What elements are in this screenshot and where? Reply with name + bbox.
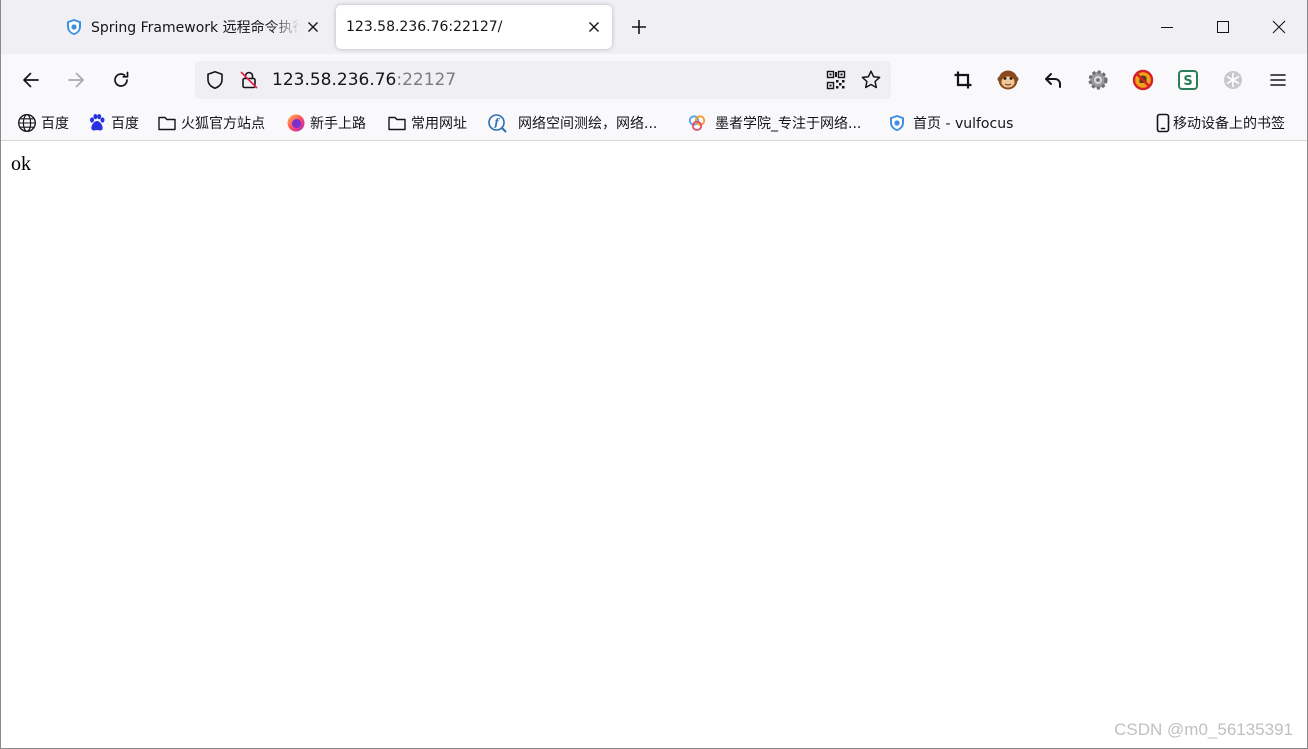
bookmark-label: 新手上路 bbox=[310, 115, 366, 132]
mozhe-icon bbox=[687, 113, 707, 133]
close-icon bbox=[1272, 20, 1286, 34]
snowflake-extension-icon[interactable] bbox=[1221, 68, 1245, 92]
svg-text:S: S bbox=[1183, 74, 1192, 89]
bookmark-label: 百度 bbox=[111, 115, 139, 132]
bookmark-getting-started[interactable]: 新手上路 bbox=[286, 106, 366, 139]
reload-button[interactable] bbox=[105, 64, 137, 96]
undo-arrow-icon[interactable] bbox=[1041, 68, 1065, 92]
bookmark-vulfocus-home[interactable]: 首页 - vulfocus bbox=[887, 106, 1013, 139]
minimize-icon bbox=[1161, 27, 1173, 28]
folder-icon bbox=[157, 113, 177, 133]
address-bar[interactable]: 123.58.236.76:22127 bbox=[195, 61, 891, 99]
bookmark-firefox-official[interactable]: 火狐官方站点 bbox=[157, 106, 265, 139]
tab-strip: Spring Framework 远程命令执行 123.58.236.76:22… bbox=[1, 0, 1307, 54]
bookmark-label: 首页 - vulfocus bbox=[913, 115, 1014, 132]
bookmark-label: 墨者学院_专注于网络... bbox=[715, 115, 862, 132]
reload-icon bbox=[114, 71, 129, 87]
bookmark-star-icon[interactable] bbox=[860, 69, 882, 91]
url-port: :22127 bbox=[396, 70, 457, 90]
tab-title: Spring Framework 远程命令执行 bbox=[91, 20, 301, 36]
plus-icon bbox=[632, 20, 646, 34]
crop-icon[interactable] bbox=[951, 68, 975, 92]
url-host: 123.58.236.76 bbox=[272, 70, 397, 90]
new-tab-button[interactable] bbox=[625, 13, 653, 41]
minimize-button[interactable] bbox=[1139, 0, 1195, 54]
bookmark-label: 百度 bbox=[41, 115, 69, 132]
globe-icon bbox=[17, 113, 37, 133]
bookmark-fofa[interactable]: f 网络空间测绘，网络... bbox=[487, 106, 657, 139]
close-window-button[interactable] bbox=[1251, 0, 1307, 54]
back-button[interactable] bbox=[15, 64, 47, 96]
arrow-right-icon bbox=[68, 72, 84, 88]
bookmark-baidu-2[interactable]: 百度 bbox=[87, 106, 139, 139]
svg-text:f: f bbox=[493, 118, 500, 129]
bookmark-label: 移动设备上的书签 bbox=[1173, 115, 1285, 132]
fofa-icon: f bbox=[487, 113, 507, 133]
tab-current-page[interactable]: 123.58.236.76:22127/ bbox=[336, 5, 612, 49]
url-text[interactable]: 123.58.236.76:22127 bbox=[272, 61, 456, 99]
folder-icon bbox=[387, 113, 407, 133]
insecure-lock-icon[interactable] bbox=[239, 70, 259, 90]
vulfocus-shield-icon bbox=[887, 113, 907, 133]
close-tab-icon[interactable] bbox=[301, 15, 325, 39]
mobile-bookmarks-folder[interactable]: 移动设备上的书签 bbox=[1153, 106, 1285, 139]
hamburger-menu-icon[interactable] bbox=[1266, 68, 1290, 92]
bookmarks-toolbar: 百度 百度 火狐官方站点 新手上路 常用网址 f 网络空间测绘，网络... 墨者… bbox=[1, 106, 1307, 141]
s-extension-icon[interactable]: S bbox=[1176, 68, 1200, 92]
page-body-text: ok bbox=[11, 153, 31, 175]
tab-title: 123.58.236.76:22127/ bbox=[346, 19, 503, 35]
tab-spring-framework[interactable]: Spring Framework 远程命令执行 bbox=[59, 5, 331, 49]
forward-button[interactable] bbox=[60, 64, 92, 96]
bookmark-mozhe[interactable]: 墨者学院_专注于网络... bbox=[687, 106, 861, 139]
bookmark-label: 常用网址 bbox=[411, 115, 467, 132]
bookmark-common-sites[interactable]: 常用网址 bbox=[387, 106, 467, 139]
firefox-icon bbox=[286, 113, 306, 133]
mobile-device-icon bbox=[1153, 113, 1173, 133]
blocked-extension-icon[interactable] bbox=[1131, 68, 1155, 92]
gear-extension-icon[interactable] bbox=[1086, 68, 1110, 92]
csdn-watermark: CSDN @m0_56135391 bbox=[1114, 720, 1293, 739]
qr-code-icon[interactable] bbox=[826, 70, 846, 90]
bookmark-label: 网络空间测绘，网络... bbox=[518, 115, 658, 132]
close-tab-icon[interactable] bbox=[582, 15, 606, 39]
monkey-extension-icon[interactable] bbox=[996, 68, 1020, 92]
bookmark-baidu-1[interactable]: 百度 bbox=[17, 106, 69, 139]
maximize-button[interactable] bbox=[1195, 0, 1251, 54]
arrow-left-icon bbox=[23, 72, 39, 88]
tracking-shield-icon[interactable] bbox=[205, 70, 225, 90]
navigation-toolbar: 123.58.236.76:22127 S bbox=[1, 54, 1307, 106]
baidu-paw-icon bbox=[87, 113, 107, 133]
browser-window: Spring Framework 远程命令执行 123.58.236.76:22… bbox=[0, 0, 1308, 749]
bookmark-label: 火狐官方站点 bbox=[181, 115, 265, 132]
vulfocus-shield-icon bbox=[65, 18, 83, 36]
maximize-icon bbox=[1217, 21, 1229, 33]
page-content: ok CSDN @m0_56135391 bbox=[1, 141, 1307, 748]
